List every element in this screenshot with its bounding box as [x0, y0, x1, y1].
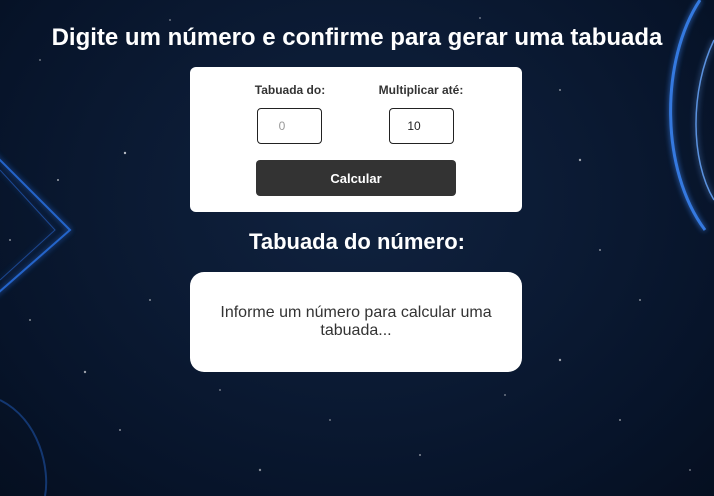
- result-card: Informe um número para calcular uma tabu…: [190, 272, 522, 372]
- result-title: Tabuada do número:: [249, 229, 465, 254]
- multiplication-form-card: Tabuada do: Multiplicar até: Calcular: [190, 67, 522, 212]
- left-glow-shape: [0, 158, 72, 293]
- page-title: Digite um número e confirme para gerar u…: [51, 24, 663, 51]
- calculate-button[interactable]: Calcular: [256, 160, 456, 196]
- base-number-label: Tabuada do:: [254, 83, 326, 97]
- multiply-limit-label: Multiplicar até:: [378, 83, 464, 97]
- bottom-left-arc: [0, 399, 48, 496]
- base-number-input[interactable]: [257, 108, 322, 144]
- multiply-limit-input[interactable]: [389, 108, 454, 144]
- result-message: Informe um número para calcular uma tabu…: [220, 304, 492, 339]
